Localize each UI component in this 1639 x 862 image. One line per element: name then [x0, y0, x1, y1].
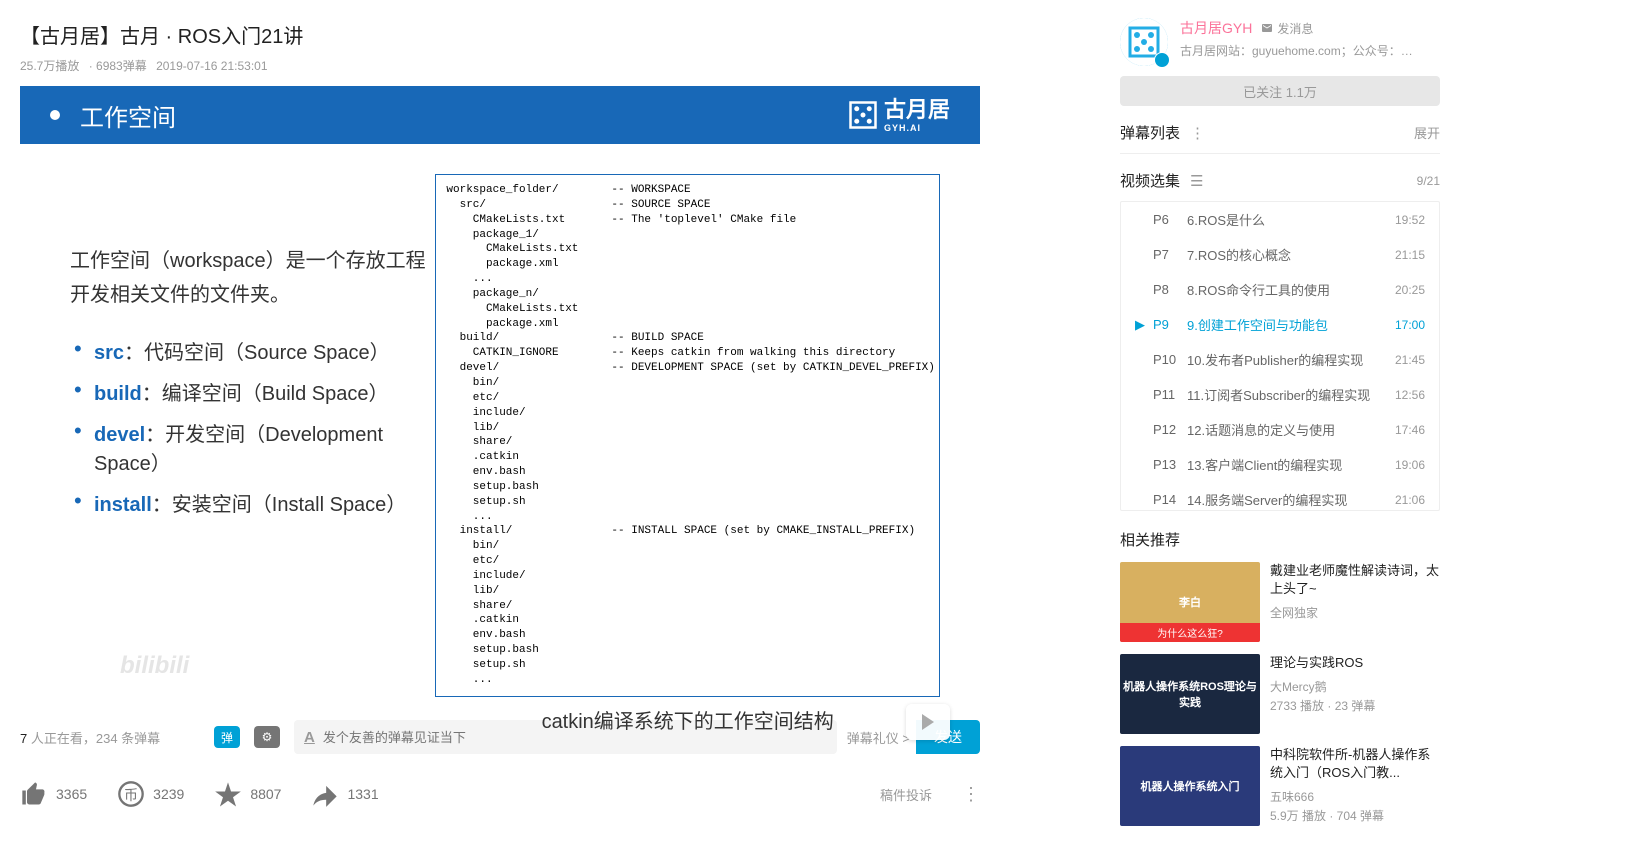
playlist-item-title: 9.创建工作空间与功能包 [1187, 315, 1395, 334]
play-indicator-icon: ▶ [1135, 317, 1149, 333]
playlist-item-number: P9 [1153, 317, 1187, 332]
video-title: 【古月居】古月 · ROS入门21讲 [20, 20, 1090, 49]
recommendation-item[interactable]: 机器人操作系统入门中科院软件所-机器人操作系统入门（ROS入门教... 五味666… [1120, 746, 1440, 826]
playlist-menu-icon[interactable]: ☰ [1190, 172, 1203, 190]
playlist-item-duration: 17:00 [1395, 318, 1425, 332]
playlist-item-duration: 21:06 [1395, 493, 1425, 507]
recommendation-item[interactable]: 李白为什么这么狂? 戴建业老师魔性解读诗词，太上头了~ 全网独家 [1120, 562, 1440, 642]
danmaku-settings-icon[interactable]: ⚙ [254, 726, 280, 748]
svg-text:币: 币 [124, 787, 138, 803]
playlist-item[interactable]: ▶P66.ROS是什么19:52 [1121, 202, 1439, 237]
playlist-item[interactable]: ▶P1010.发布者Publisher的编程实现21:45 [1121, 342, 1439, 377]
slide-header: 工作空间 古月居 GYH.AI [20, 86, 980, 144]
favorite-button[interactable]: 8807 [214, 780, 281, 808]
playlist-item-title: 12.话题消息的定义与使用 [1187, 420, 1395, 439]
recommendation-thumbnail: 机器人操作系统入门 [1120, 746, 1260, 826]
slide-title: 工作空间 [80, 98, 176, 133]
video-meta: 25.7万播放 · 6983弹幕 2019-07-16 21:53:01 [20, 57, 1090, 74]
expand-button[interactable]: 展开 [1414, 123, 1440, 142]
danmaku-toggle-icon[interactable]: 弹 [214, 726, 240, 748]
playlist-item-duration: 20:25 [1395, 283, 1425, 297]
play-button-overlay[interactable] [906, 704, 950, 740]
playlist-item[interactable]: ▶P1313.客户端Client的编程实现19:06 [1121, 447, 1439, 482]
playlist-item-number: P14 [1153, 492, 1187, 507]
danmaku-list-menu-icon[interactable]: ⋮ [1190, 124, 1205, 142]
verified-badge-icon [1154, 52, 1170, 68]
play-count: 25.7万播放 [20, 59, 79, 73]
video-player[interactable]: 工作空间 古月居 GYH.AI 工作空间（workspace）是一个存 [20, 86, 980, 706]
slide-bullet: devel：开发空间（Development Space） [70, 412, 435, 482]
playlist-item-duration: 21:15 [1395, 248, 1425, 262]
playlist-item[interactable]: ▶P1212.话题消息的定义与使用17:46 [1121, 412, 1439, 447]
slide-brand-logo: 古月居 GYH.AI [848, 97, 950, 133]
playlist-item-number: P6 [1153, 212, 1187, 227]
report-link[interactable]: 稿件投诉 [880, 785, 932, 804]
recommendation-uploader: 全网独家 [1270, 604, 1440, 621]
font-style-icon[interactable]: A [304, 729, 315, 746]
playlist-item[interactable]: ▶P77.ROS的核心概念21:15 [1121, 237, 1439, 272]
send-message-button[interactable]: 发消息 [1260, 20, 1313, 37]
share-button[interactable]: 1331 [311, 780, 378, 808]
recommendations-title: 相关推荐 [1120, 529, 1440, 550]
playlist-item-title: 10.发布者Publisher的编程实现 [1187, 350, 1395, 369]
playlist-item[interactable]: ▶ P99.创建工作空间与功能包17:00 [1121, 307, 1439, 342]
slide-bullet: install：安装空间（Install Space） [70, 482, 435, 523]
playlist-item-title: 8.ROS命令行工具的使用 [1187, 280, 1395, 299]
playlist-title: 视频选集 [1120, 170, 1180, 191]
recommendation-uploader: 五味666 [1270, 788, 1440, 805]
recommendation-thumbnail: 机器人操作系统ROS理论与实践 [1120, 654, 1260, 734]
publish-date: 2019-07-16 21:53:01 [156, 59, 267, 73]
watermark: bilibili [120, 652, 189, 680]
playlist-item-number: P13 [1153, 457, 1187, 472]
playlist-item-number: P7 [1153, 247, 1187, 262]
uploader-avatar[interactable] [1120, 18, 1168, 66]
playlist-item[interactable]: ▶P1414.服务端Server的编程实现21:06 [1121, 482, 1439, 511]
playlist-item-title: 6.ROS是什么 [1187, 210, 1395, 229]
watching-info: 7 人正在看，234 条弹幕 [20, 728, 200, 747]
code-block: workspace_folder/ -- WORKSPACE src/ -- S… [435, 174, 940, 697]
recommendation-title: 中科院软件所-机器人操作系统入门（ROS入门教... [1270, 746, 1440, 782]
slide-bullet-list: src：代码空间（Source Space）build：编译空间（Build S… [70, 330, 435, 523]
more-actions-icon[interactable]: ⋮ [962, 784, 980, 805]
playlist-item[interactable]: ▶P88.ROS命令行工具的使用20:25 [1121, 272, 1439, 307]
recommendation-title: 理论与实践ROS [1270, 654, 1440, 672]
recommendation-uploader: 大Mercy鹅 [1270, 678, 1440, 695]
danmaku-list-title: 弹幕列表 [1120, 122, 1180, 143]
playlist-item-title: 13.客户端Client的编程实现 [1187, 455, 1395, 474]
playlist-item[interactable]: ▶P1111.订阅者Subscriber的编程实现12:56 [1121, 377, 1439, 412]
recommendation-stats: 2733 播放 · 23 弹幕 [1270, 697, 1440, 714]
playlist-count: 9/21 [1417, 174, 1440, 188]
uploader-description: 古月居网站：guyuehome.com；公众号：古... [1180, 42, 1420, 59]
playlist-item-duration: 19:52 [1395, 213, 1425, 227]
recommendation-stats: 5.9万 播放 · 704 弹幕 [1270, 807, 1440, 824]
slide-description: 工作空间（workspace）是一个存放工程开发相关文件的文件夹。 [70, 244, 435, 312]
coin-button[interactable]: 币 3239 [117, 780, 184, 808]
recommendation-title: 戴建业老师魔性解读诗词，太上头了~ [1270, 562, 1440, 598]
playlist[interactable]: ▶P66.ROS是什么19:52▶P77.ROS的核心概念21:15▶P88.R… [1120, 201, 1440, 511]
slide-caption: catkin编译系统下的工作空间结构 [435, 705, 940, 734]
follow-button[interactable]: 已关注 1.1万 [1120, 76, 1440, 106]
playlist-item-title: 11.订阅者Subscriber的编程实现 [1187, 385, 1395, 404]
playlist-item-title: 7.ROS的核心概念 [1187, 245, 1395, 264]
recommendation-item[interactable]: 机器人操作系统ROS理论与实践理论与实践ROS 大Mercy鹅 2733 播放 · … [1120, 654, 1440, 734]
playlist-item-number: P8 [1153, 282, 1187, 297]
danmaku-count: 6983弹幕 [96, 59, 147, 73]
slide-bullet: src：代码空间（Source Space） [70, 330, 435, 371]
playlist-item-number: P10 [1153, 352, 1187, 367]
playlist-item-title: 14.服务端Server的编程实现 [1187, 490, 1395, 509]
playlist-item-duration: 19:06 [1395, 458, 1425, 472]
playlist-item-duration: 12:56 [1395, 388, 1425, 402]
uploader-name[interactable]: 古月居GYH [1180, 18, 1252, 38]
like-button[interactable]: 3365 [20, 780, 87, 808]
playlist-item-number: P12 [1153, 422, 1187, 437]
playlist-item-number: P11 [1153, 387, 1187, 402]
recommendation-thumbnail: 李白为什么这么狂? [1120, 562, 1260, 642]
slide-bullet: build：编译空间（Build Space） [70, 371, 435, 412]
playlist-item-duration: 17:46 [1395, 423, 1425, 437]
playlist-item-duration: 21:45 [1395, 353, 1425, 367]
